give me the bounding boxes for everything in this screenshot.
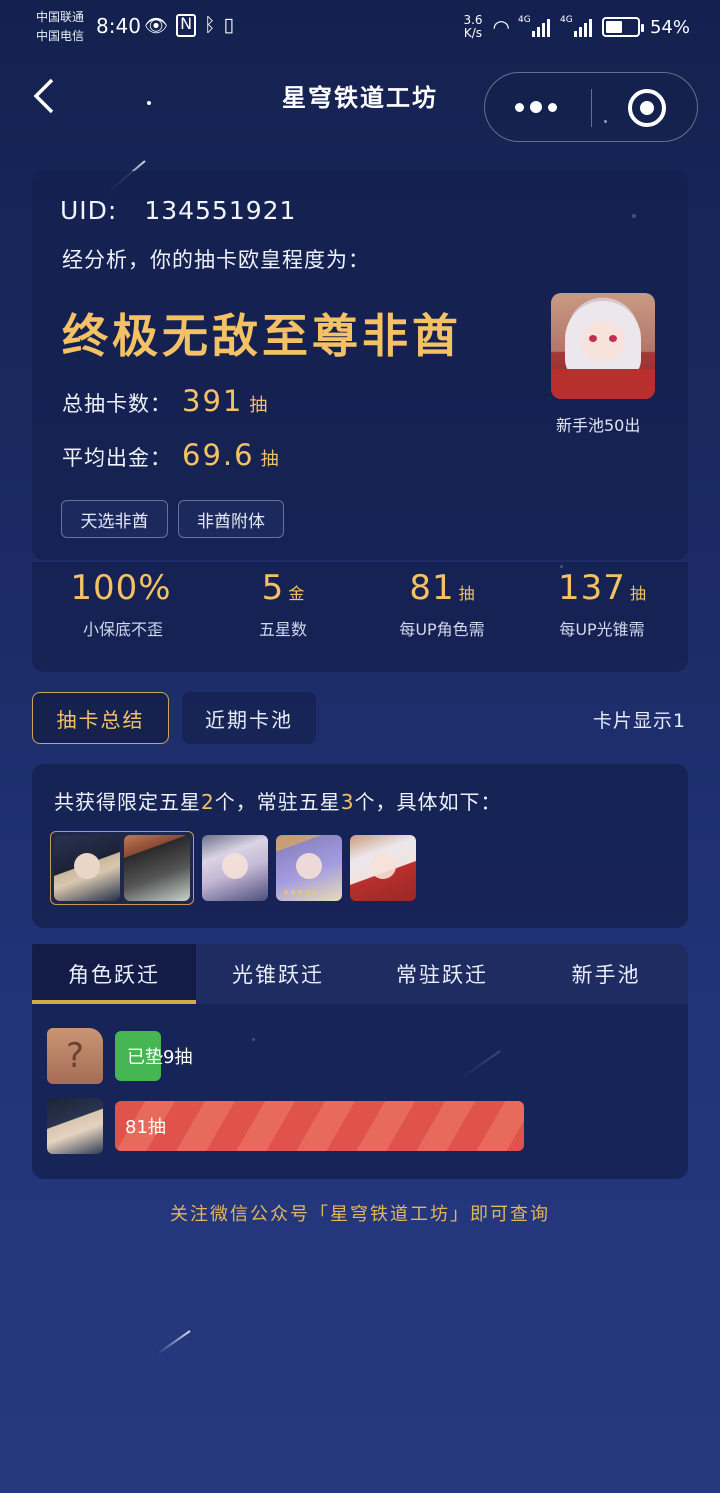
eye-icon: 👁: [144, 15, 169, 37]
kpi-value: 137: [558, 568, 626, 608]
obtained-suffix: 个，具体如下：: [354, 790, 502, 814]
kpi-item: 5金 五星数: [208, 568, 358, 640]
average-gold: 平均出金： 69.6 抽: [62, 438, 280, 472]
uid-label: UID:: [60, 196, 118, 225]
avg-unit: 抽: [260, 449, 280, 470]
footer-note: 关注微信公众号「星穹铁道工坊」即可查询: [170, 1204, 550, 1225]
carrier-name: 中国联通: [36, 10, 85, 24]
tab-character-warp[interactable]: 角色跃迁: [32, 944, 196, 1004]
character-avatar[interactable]: ★★★★★: [276, 835, 342, 901]
clock: 8:40: [96, 14, 141, 38]
title-tag: 非酋附体: [178, 500, 284, 538]
kpi-value: 81: [409, 568, 455, 608]
kpi-unit: 金: [288, 584, 305, 603]
obtained-prefix: 共获得限定五星: [54, 790, 201, 814]
carrier-name: 中国电信: [36, 29, 85, 43]
analysis-text: 经分析，你的抽卡欧皇程度为：: [62, 248, 370, 272]
kpi-unit: 抽: [458, 584, 475, 603]
total-unit: 抽: [249, 395, 269, 416]
bluetooth-icon: ᛒ: [204, 14, 216, 36]
kpi-value: 5: [261, 568, 285, 608]
total-pulls: 总抽卡数： 391 抽: [62, 384, 268, 418]
pull-count-label: 81抽: [125, 1117, 166, 1138]
status-bar: 中国联通 中国电信 8:40 👁 N ᛒ ▯ 3.6 K/s ◠ 4G 4G 5…: [0, 0, 720, 56]
network-tag: 4G: [517, 15, 531, 25]
uid-value: 134551921: [144, 196, 297, 225]
beginner-pool-avatar: [551, 293, 655, 399]
pity-label: 已垫9抽: [127, 1047, 193, 1068]
battery-icon: [601, 17, 644, 37]
limited-group: [50, 831, 194, 905]
signal-icon: 4G: [560, 15, 592, 37]
title-tag: 天选非酋: [61, 500, 168, 538]
card-display-toggle[interactable]: 卡片显示1: [593, 706, 686, 733]
nfc-icon: N: [176, 14, 197, 37]
total-value: 391: [182, 384, 244, 418]
avatar-caption: 新手池50出: [556, 416, 641, 435]
rarity-stars: ★★★★★: [282, 888, 318, 898]
uid-line: UID: 134551921: [60, 196, 296, 225]
obtained-summary: 共获得限定五星2个，常驻五星3个，具体如下：: [54, 786, 501, 815]
tab-beginner-warp[interactable]: 新手池: [524, 944, 688, 1004]
network-tag: 4G: [559, 15, 573, 25]
kpi-item: 81 抽 每UP角色需: [367, 568, 517, 640]
kpi-label: 五星数: [258, 620, 307, 639]
kpi-value: 100%: [70, 568, 172, 608]
rank-title: 终极无敌至尊非酋: [62, 309, 462, 363]
limited-count: 2: [201, 790, 215, 814]
tab-pull-summary[interactable]: 抽卡总结: [32, 692, 169, 744]
character-avatar[interactable]: [350, 835, 416, 901]
battery-level: [605, 21, 623, 33]
character-avatar: [47, 1098, 103, 1154]
miniprogram-capsule: [484, 72, 698, 142]
kpi-label: 小保底不歪: [82, 620, 163, 639]
kpi-label: 每UP角色需: [399, 620, 485, 639]
active-tab-indicator: [32, 1000, 196, 1004]
kpi-item: 100% 小保底不歪: [48, 568, 198, 640]
obtained-mid: 个，常驻五星: [214, 790, 341, 814]
speed-unit: K/s: [463, 26, 483, 40]
signal-icon: 4G: [518, 15, 550, 37]
character-avatar[interactable]: [54, 835, 120, 901]
pull-count-bar: 81抽: [115, 1101, 524, 1151]
battery-percent: 54%: [649, 16, 690, 38]
character-avatar[interactable]: [202, 835, 268, 901]
avg-label: 平均出金：: [62, 446, 172, 470]
avg-value: 69.6: [182, 438, 255, 472]
tab-recent-pools[interactable]: 近期卡池: [182, 692, 316, 744]
capsule-divider: [591, 89, 592, 127]
standard-count: 3: [340, 790, 355, 814]
shooting-star: [156, 1330, 191, 1355]
tab-lightcone-warp[interactable]: 光锥跃迁: [196, 944, 360, 1004]
kpi-label: 每UP光锥需: [559, 620, 645, 639]
network-speed: 3.6 K/s: [463, 14, 482, 40]
status-icons: 👁 N ᛒ ▯: [144, 14, 234, 37]
tab-standard-warp[interactable]: 常驻跃迁: [360, 944, 524, 1004]
total-label: 总抽卡数：: [62, 392, 172, 416]
carrier-info: 中国联通 中国电信: [36, 8, 84, 46]
five-star-list: ★★★★★: [50, 831, 416, 905]
more-button[interactable]: [515, 101, 557, 113]
wifi-icon: ◠: [492, 15, 510, 39]
lightcone-avatar[interactable]: [124, 835, 190, 901]
kpi-item: 137 抽 每UP光锥需: [527, 568, 677, 640]
close-miniprogram-button[interactable]: [628, 89, 666, 127]
unknown-avatar: ?: [47, 1028, 103, 1084]
vibrate-icon: ▯: [223, 14, 234, 36]
status-right: 3.6 K/s ◠ 4G 4G 54%: [463, 14, 690, 40]
kpi-unit: 抽: [629, 584, 646, 603]
